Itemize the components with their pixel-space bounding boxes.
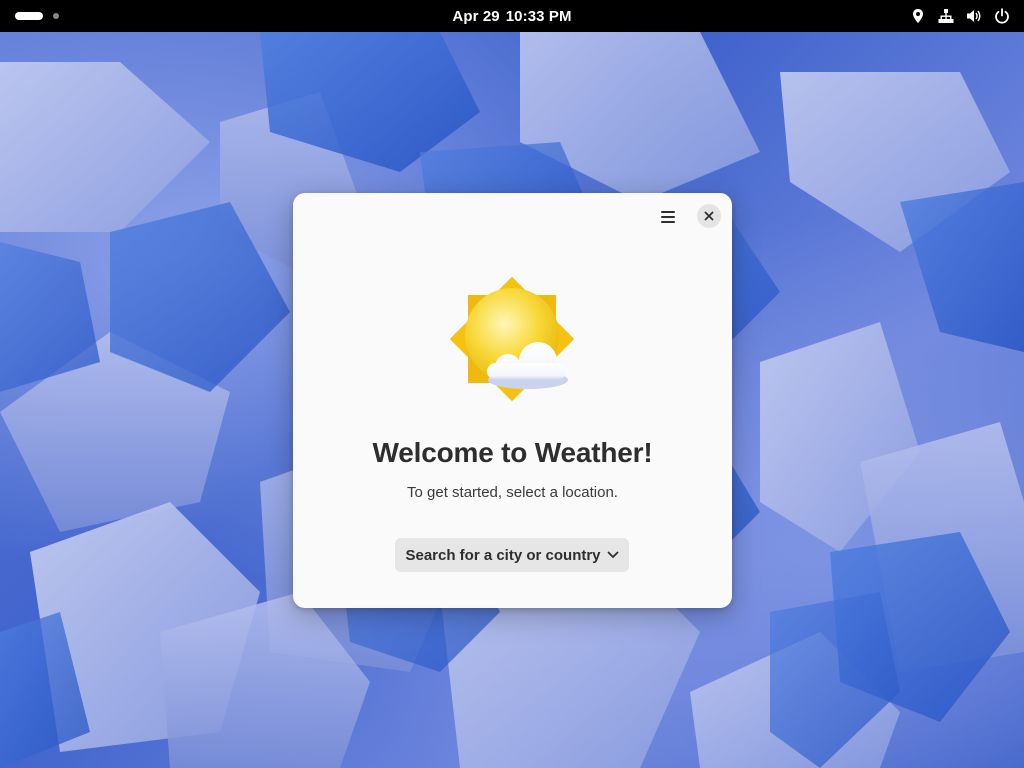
location-search-label: Search for a city or country bbox=[405, 546, 601, 564]
welcome-title: Welcome to Weather! bbox=[372, 437, 653, 468]
chevron-down-icon bbox=[607, 551, 618, 558]
sun-with-cloud-icon bbox=[450, 277, 574, 401]
location-icon bbox=[913, 9, 923, 23]
system-status-menu[interactable] bbox=[910, 0, 1010, 32]
volume-icon bbox=[967, 10, 981, 22]
date-label: Apr 29 bbox=[452, 7, 500, 25]
power-icon bbox=[995, 8, 1009, 24]
date-time-menu[interactable]: Apr 29 10:33 PM bbox=[0, 0, 1024, 32]
close-button[interactable] bbox=[697, 204, 721, 228]
weather-welcome-window: Welcome to Weather! To get started, sele… bbox=[293, 193, 732, 608]
location-search-dropdown[interactable]: Search for a city or country bbox=[395, 538, 629, 572]
time-label: 10:33 PM bbox=[505, 7, 572, 25]
hamburger-menu-icon bbox=[661, 211, 675, 223]
top-bar: Apr 29 10:33 PM bbox=[0, 0, 1024, 32]
welcome-subtitle: To get started, select a location. bbox=[407, 484, 618, 501]
close-icon bbox=[704, 211, 714, 221]
network-icon bbox=[938, 9, 954, 23]
main-menu-button[interactable] bbox=[654, 203, 682, 231]
